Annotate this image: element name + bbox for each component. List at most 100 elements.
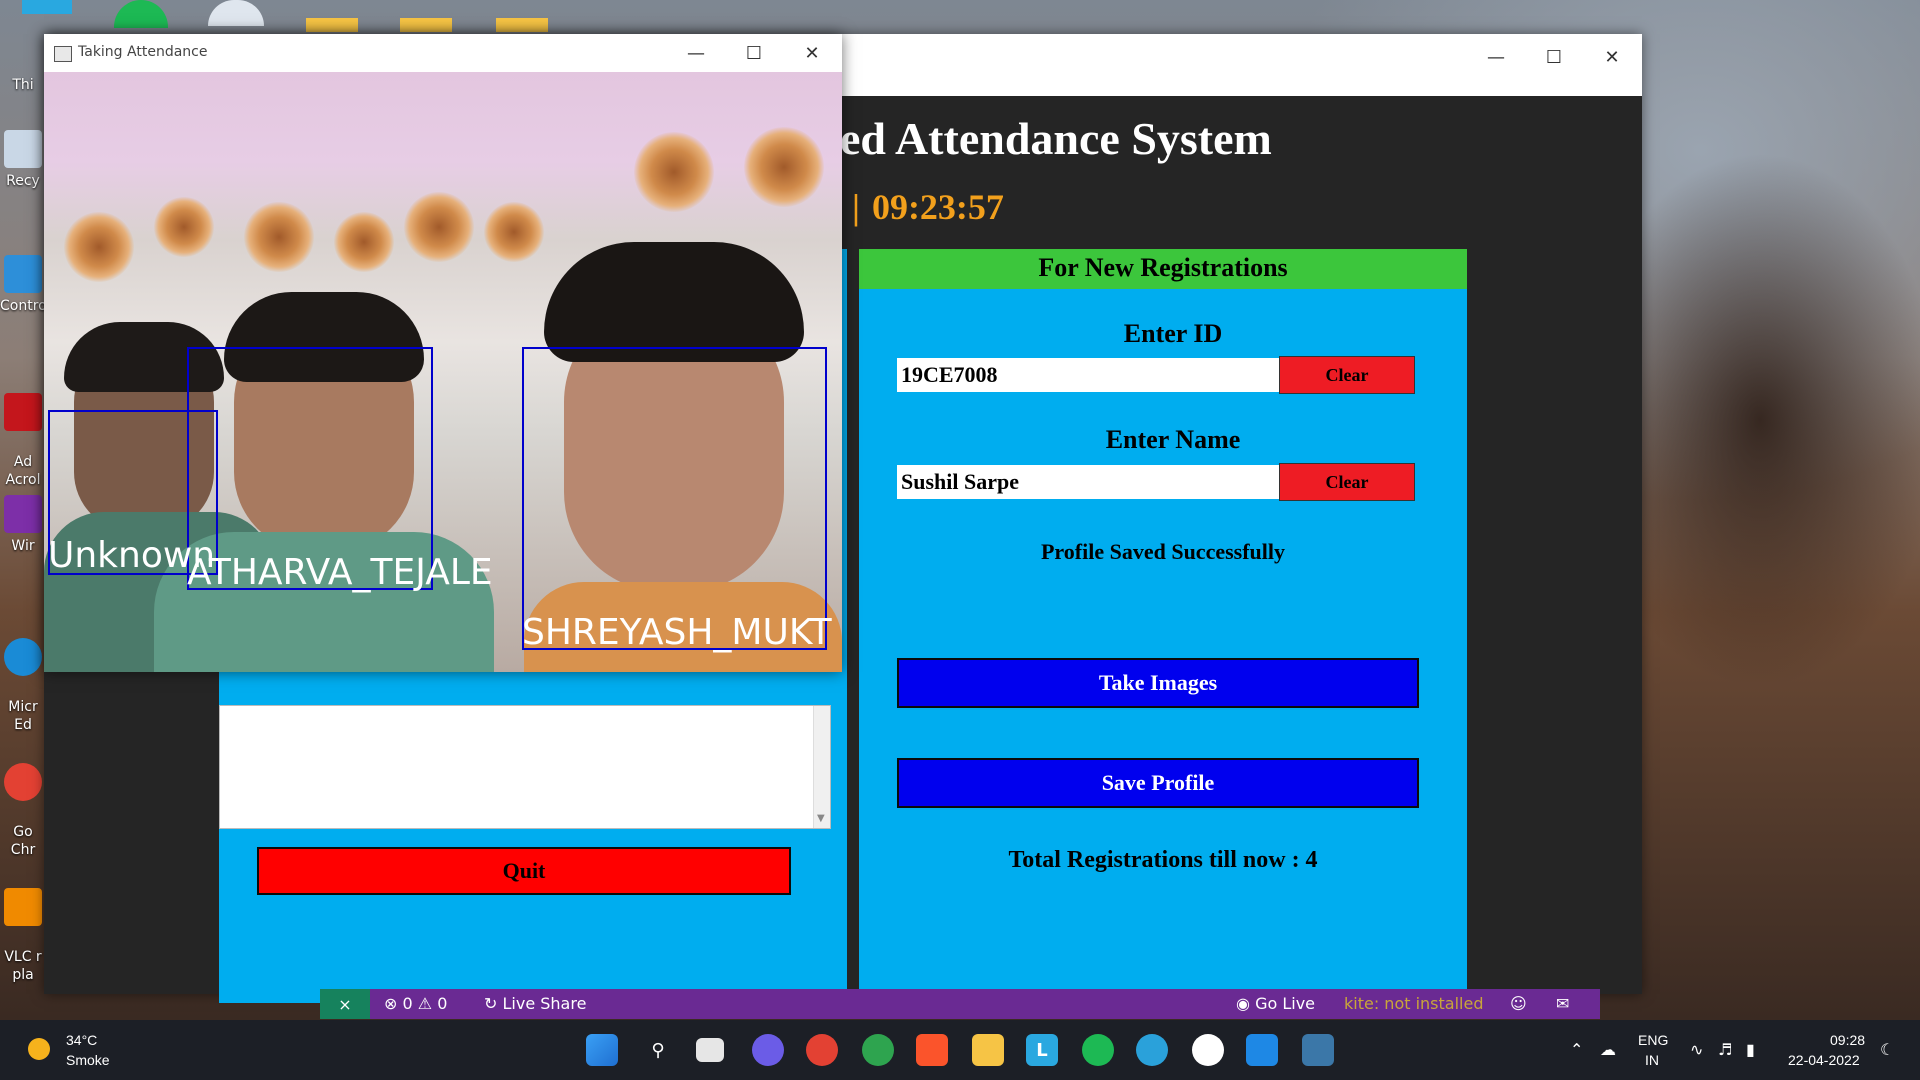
chrome-taskbar-icon[interactable] — [806, 1034, 838, 1066]
start-icon[interactable] — [586, 1034, 618, 1066]
folder-icon[interactable] — [496, 18, 548, 32]
clear-id-button[interactable]: Clear — [1279, 356, 1415, 394]
remote-icon[interactable]: ⨯ — [320, 989, 370, 1019]
maximize-icon[interactable]: ☐ — [1534, 42, 1574, 72]
live-share-button[interactable]: ↻ Live Share — [484, 994, 586, 1013]
close-icon[interactable]: ✕ — [1592, 42, 1632, 72]
python-icon[interactable] — [1302, 1034, 1334, 1066]
folder-icon[interactable] — [400, 18, 452, 32]
minimize-icon[interactable]: — — [676, 38, 716, 68]
app-circle-icon[interactable] — [1192, 1034, 1224, 1066]
desktop-icon-edge[interactable]: Micr Ed — [0, 620, 46, 734]
camera-window-titlebar[interactable]: Taking Attendance — ☐ ✕ — [44, 34, 842, 72]
tile-flower — [744, 127, 824, 207]
file-explorer-icon[interactable] — [972, 1034, 1004, 1066]
desktop-icon-label: Thi — [12, 77, 34, 93]
account-icon[interactable]: ☺ — [1510, 994, 1527, 1013]
clock-separator: | — [852, 187, 860, 227]
problems-indicator[interactable]: ⊗ 0 ⚠ 0 — [384, 994, 447, 1013]
onedrive-icon[interactable]: ☁ — [1600, 1040, 1616, 1059]
live-share-icon: ↻ — [484, 994, 498, 1013]
desktop-icon-label: Go Chr — [10, 824, 36, 858]
total-registrations: Total Registrations till now : 4 — [1008, 847, 1318, 873]
camera-window-title: Taking Attendance — [78, 44, 208, 60]
face-label-atharva: ATHARVA_TEJALE — [187, 552, 493, 593]
attendance-list[interactable]: ▼ — [219, 705, 831, 829]
brave-icon[interactable] — [916, 1034, 948, 1066]
this-pc-icon[interactable] — [22, 0, 72, 14]
maximize-icon[interactable]: ☐ — [734, 38, 774, 68]
clock-time[interactable]: 09:28 — [1830, 1032, 1865, 1048]
face-label-shreyash: SHREYASH_MUKT — [522, 612, 832, 653]
winrar-icon — [4, 495, 42, 533]
desktop-icon-chrome[interactable]: Go Chr — [0, 745, 46, 859]
language-region[interactable]: IN — [1645, 1052, 1659, 1068]
taking-attendance-window: Taking Attendance — ☐ ✕ Unknown ATHARVA_… — [44, 34, 842, 672]
language-indicator[interactable]: ENG — [1638, 1032, 1668, 1048]
chevron-up-icon[interactable]: ⌃ — [1570, 1040, 1583, 1059]
teams-chat-icon[interactable] — [752, 1034, 784, 1066]
list-scrollbar[interactable]: ▼ — [813, 706, 830, 828]
vscode-status-bar: ⨯ ⊗ 0 ⚠ 0 ↻ Live Share ◉ Go Live kite: n… — [320, 989, 1600, 1019]
desktop-icon-label: Ad Acrol — [5, 454, 41, 488]
desktop-icon-vlc[interactable]: VLC r pla — [0, 870, 46, 984]
desktop-icon-this-pc[interactable]: Thi — [0, 72, 46, 94]
spotify-desktop-icon[interactable] — [114, 0, 168, 28]
weather-temperature[interactable]: 34°C — [66, 1032, 97, 1048]
kite-status[interactable]: kite: not installed — [1344, 994, 1483, 1013]
battery-icon[interactable]: ▮ — [1746, 1040, 1755, 1059]
chrome-profile-taskbar-icon[interactable] — [862, 1034, 894, 1066]
tile-flower — [154, 197, 214, 257]
app-heading: ed Attendance System — [840, 113, 1272, 164]
clear-name-button[interactable]: Clear — [1279, 463, 1415, 501]
recycle-bin-icon — [4, 130, 42, 168]
desktop-icon-control-panel[interactable]: Contro — [0, 255, 47, 315]
weather-description[interactable]: Smoke — [66, 1052, 110, 1068]
registration-panel: For New Registrations Enter ID 19CE7008 … — [859, 249, 1467, 1003]
take-images-button[interactable]: Take Images — [897, 658, 1419, 708]
spotify-icon[interactable] — [1082, 1034, 1114, 1066]
desktop-icon-label: Contro — [0, 298, 47, 314]
tile-flower — [634, 132, 714, 212]
desktop-icon-winrar[interactable]: Wir — [0, 495, 46, 555]
l-app-icon[interactable]: L — [1026, 1034, 1058, 1066]
scroll-down-icon[interactable]: ▼ — [817, 813, 825, 824]
camera-feed: Unknown ATHARVA_TEJALE SHREYASH_MUKT — [44, 72, 842, 672]
broadcast-icon: ◉ — [1236, 994, 1250, 1013]
id-input[interactable]: 19CE7008 — [897, 358, 1279, 392]
acrobat-icon — [4, 393, 42, 431]
name-input[interactable]: Sushil Sarpe — [897, 465, 1279, 499]
moon-icon[interactable]: ☾ — [1880, 1040, 1894, 1059]
control-panel-icon — [4, 255, 42, 293]
globe-desktop-icon[interactable] — [208, 0, 264, 26]
desktop-icon-adobe-acrobat[interactable]: Ad Acrol — [0, 375, 46, 489]
clock-date[interactable]: 22-04-2022 — [1788, 1052, 1860, 1068]
vlc-icon — [4, 888, 42, 926]
vscode-icon[interactable] — [1246, 1034, 1278, 1066]
task-view-icon[interactable] — [696, 1038, 724, 1062]
go-live-label: Go Live — [1255, 994, 1316, 1013]
folder-icon[interactable] — [306, 18, 358, 32]
wifi-icon[interactable]: ∿ — [1690, 1040, 1703, 1059]
quit-button[interactable]: Quit — [257, 847, 791, 895]
volume-icon[interactable]: ♬ — [1718, 1040, 1732, 1059]
desktop-icon-label: VLC r pla — [4, 949, 42, 983]
telegram-icon[interactable] — [1136, 1034, 1168, 1066]
clock-time: 09:23:57 — [871, 187, 1004, 227]
desktop-icon-label: Wir — [11, 538, 35, 554]
minimize-icon[interactable]: — — [1476, 42, 1516, 72]
registration-header: For New Registrations — [859, 249, 1467, 289]
desktop-icon-label: Micr Ed — [8, 699, 38, 733]
notification-bell-icon[interactable]: ✉ — [1556, 994, 1569, 1013]
search-icon[interactable]: ⚲ — [642, 1034, 674, 1066]
desktop-icon-recycle-bin[interactable]: Recy — [0, 130, 46, 190]
enter-name-label: Enter Name — [1105, 425, 1241, 454]
save-profile-button[interactable]: Save Profile — [897, 758, 1419, 808]
live-share-label: Live Share — [502, 994, 587, 1013]
weather-sun-icon[interactable] — [28, 1038, 50, 1060]
close-icon[interactable]: ✕ — [792, 38, 832, 68]
chrome-icon — [4, 763, 42, 801]
app-window-icon — [54, 46, 72, 62]
go-live-button[interactable]: ◉ Go Live — [1236, 994, 1315, 1013]
desktop-icon-label: Recy — [6, 173, 40, 189]
